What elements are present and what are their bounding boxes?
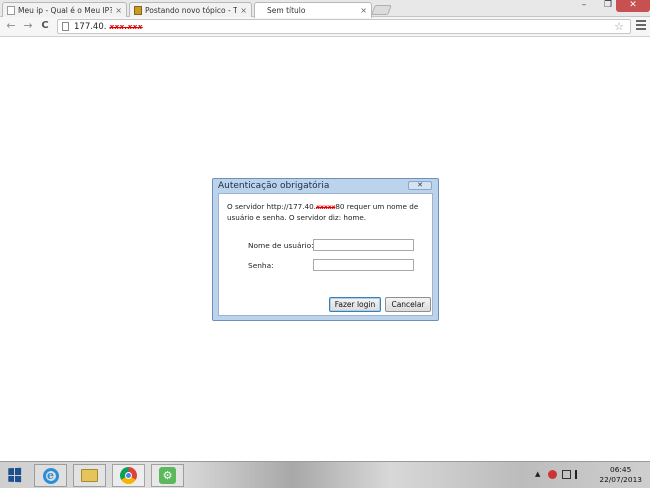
tab-meu-ip[interactable]: Meu ip - Qual é o Meu IP? × <box>2 2 127 17</box>
tab-close-icon[interactable]: × <box>240 6 247 15</box>
clock-time: 06:45 <box>610 465 632 474</box>
page-icon <box>7 5 15 15</box>
tab-strip: Meu ip - Qual é o Meu IP? × Postando nov… <box>0 0 650 18</box>
file-explorer-icon <box>81 469 98 482</box>
url-text: 177.40. <box>74 21 107 32</box>
message-redacted: xxxxx <box>315 204 336 211</box>
clock-date: 22/07/2013 <box>599 475 642 484</box>
dialog-title: Autenticação obrigatória <box>218 181 330 191</box>
cancel-button[interactable]: Cancelar <box>385 297 431 312</box>
dialog-body: O servidor http://177.40.xxxxx80 requer … <box>218 193 433 316</box>
dialog-message: O servidor http://177.40.xxxxx80 requer … <box>227 202 427 223</box>
windows-start-icon[interactable] <box>8 467 22 483</box>
password-label: Senha: <box>248 261 274 270</box>
menu-icon[interactable] <box>636 20 646 32</box>
url-redacted: xxx.xxx <box>109 22 143 31</box>
flag-icon[interactable] <box>575 470 584 479</box>
taskbar-ie[interactable]: e <box>34 464 67 487</box>
star-icon[interactable]: ☆ <box>614 20 624 33</box>
app-gear-icon: ⚙ <box>159 467 176 484</box>
tab-postando[interactable]: Postando novo tópico - T × <box>129 2 252 17</box>
show-hidden-icons-button[interactable]: ▲ <box>535 470 540 478</box>
auth-dialog: Autenticação obrigatória ✕ O servidor ht… <box>212 178 439 321</box>
bookmark-icon <box>134 5 142 15</box>
browser-toolbar: ← → C 177.40. xxx.xxx ☆ <box>0 17 650 37</box>
window-close-button[interactable]: ✕ <box>616 0 650 12</box>
password-field[interactable] <box>313 259 414 271</box>
username-field[interactable] <box>313 239 414 251</box>
minimize-button[interactable]: – <box>573 0 595 12</box>
taskbar-chrome[interactable] <box>112 464 145 487</box>
system-tray: ▲ 06:45 22/07/2013 <box>530 462 650 488</box>
new-tab-button[interactable] <box>371 5 392 15</box>
dialog-close-button[interactable]: ✕ <box>408 181 432 190</box>
page-icon <box>62 22 69 31</box>
tab-sem-titulo[interactable]: Sem título × <box>254 2 372 18</box>
clock[interactable]: 06:45 22/07/2013 <box>599 465 642 485</box>
back-button[interactable]: ← <box>4 19 18 33</box>
taskbar-app[interactable]: ⚙ <box>151 464 184 487</box>
message-text: O servidor http://177.40. <box>227 202 316 211</box>
username-label: Nome de usuário: <box>248 241 314 250</box>
address-bar[interactable]: 177.40. xxx.xxx ☆ <box>57 19 631 34</box>
network-icon[interactable] <box>548 470 557 479</box>
chrome-icon <box>120 467 137 484</box>
forward-button[interactable]: → <box>21 19 35 33</box>
taskbar-explorer[interactable] <box>73 464 106 487</box>
login-button[interactable]: Fazer login <box>329 297 381 312</box>
volume-icon[interactable] <box>562 470 571 479</box>
internet-explorer-icon: e <box>42 467 59 484</box>
taskbar: e ⚙ ▲ 06:45 22/07/2013 <box>0 461 650 488</box>
tab-close-icon[interactable]: × <box>360 6 367 15</box>
tab-close-icon[interactable]: × <box>115 6 122 15</box>
tab-title: Sem título <box>267 6 306 15</box>
reload-button[interactable]: C <box>38 19 52 33</box>
tab-title: Postando novo tópico - T <box>145 5 238 15</box>
tab-title: Meu ip - Qual é o Meu IP? <box>18 5 113 15</box>
